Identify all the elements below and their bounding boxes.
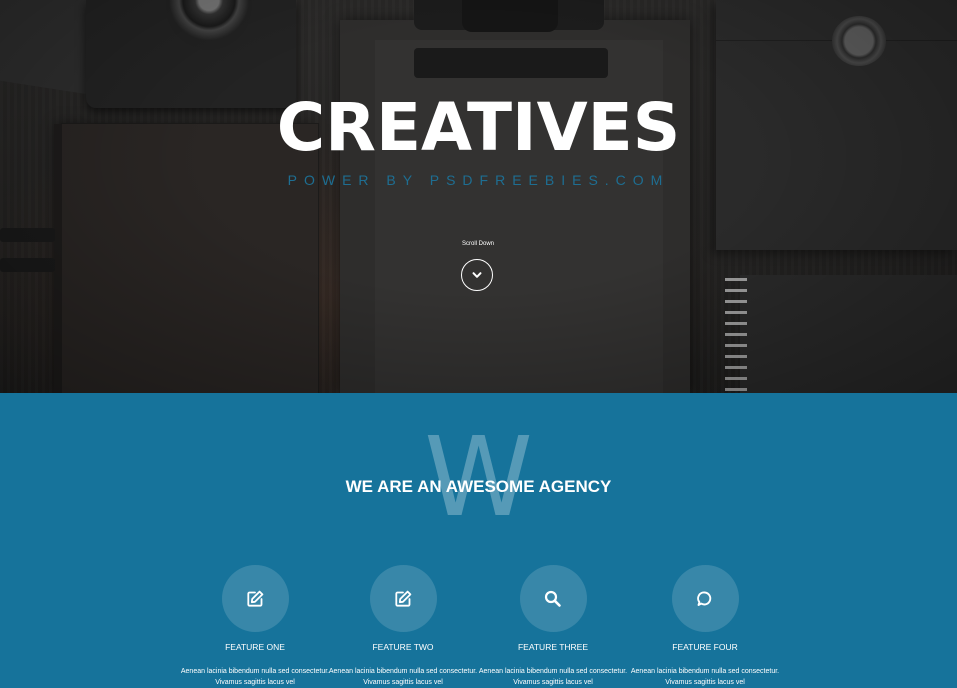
features-section: W WE ARE AN AWESOME AGENCY FEATURE ONE A…	[0, 393, 957, 687]
feature-title: FEATURE FOUR	[672, 642, 738, 652]
feature-description: Aenean lacinia bibendum nulla sed consec…	[180, 668, 330, 686]
section-heading: WE ARE AN AWESOME AGENCY	[345, 477, 612, 496]
feature-title: FEATURE TWO	[372, 642, 434, 652]
feature-description: Aenean lacinia bibendum nulla sed consec…	[478, 668, 628, 686]
feature-title: FEATURE THREE	[517, 642, 589, 652]
feature-icon-circle[interactable]	[221, 565, 289, 632]
feature-title: FEATURE ONE	[225, 642, 285, 652]
edit-icon	[247, 590, 264, 607]
search-icon	[544, 590, 561, 607]
feature-card-two: FEATURE TWO Aenean lacinia bibendum null…	[328, 565, 478, 688]
feature-card-one: FEATURE ONE Aenean lacinia bibendum null…	[180, 565, 330, 688]
feature-icon-circle[interactable]	[369, 565, 437, 632]
feature-card-four: FEATURE FOUR Aenean lacinia bibendum nul…	[630, 565, 780, 688]
hero-section: CREATIVES POWER BY PSDFREEBIES.COM Scrol…	[0, 0, 957, 393]
feature-icon-circle[interactable]	[519, 565, 587, 632]
scroll-down-button[interactable]	[461, 259, 493, 291]
chevron-down-icon	[472, 272, 482, 278]
hero-subtitle: POWER BY PSDFREEBIES.COM	[287, 172, 670, 188]
feature-description: Aenean lacinia bibendum nulla sed consec…	[630, 668, 780, 686]
hero-title: CREATIVES	[276, 89, 681, 166]
scroll-down-label: Scroll Down	[461, 241, 494, 247]
edit-icon	[395, 590, 412, 607]
feature-icon-circle[interactable]	[671, 565, 739, 632]
feature-card-three: FEATURE THREE Aenean lacinia bibendum nu…	[478, 565, 628, 688]
hero-overlay	[0, 0, 957, 393]
chat-bubble-icon	[697, 591, 712, 606]
feature-description: Aenean lacinia bibendum nulla sed consec…	[328, 668, 478, 686]
